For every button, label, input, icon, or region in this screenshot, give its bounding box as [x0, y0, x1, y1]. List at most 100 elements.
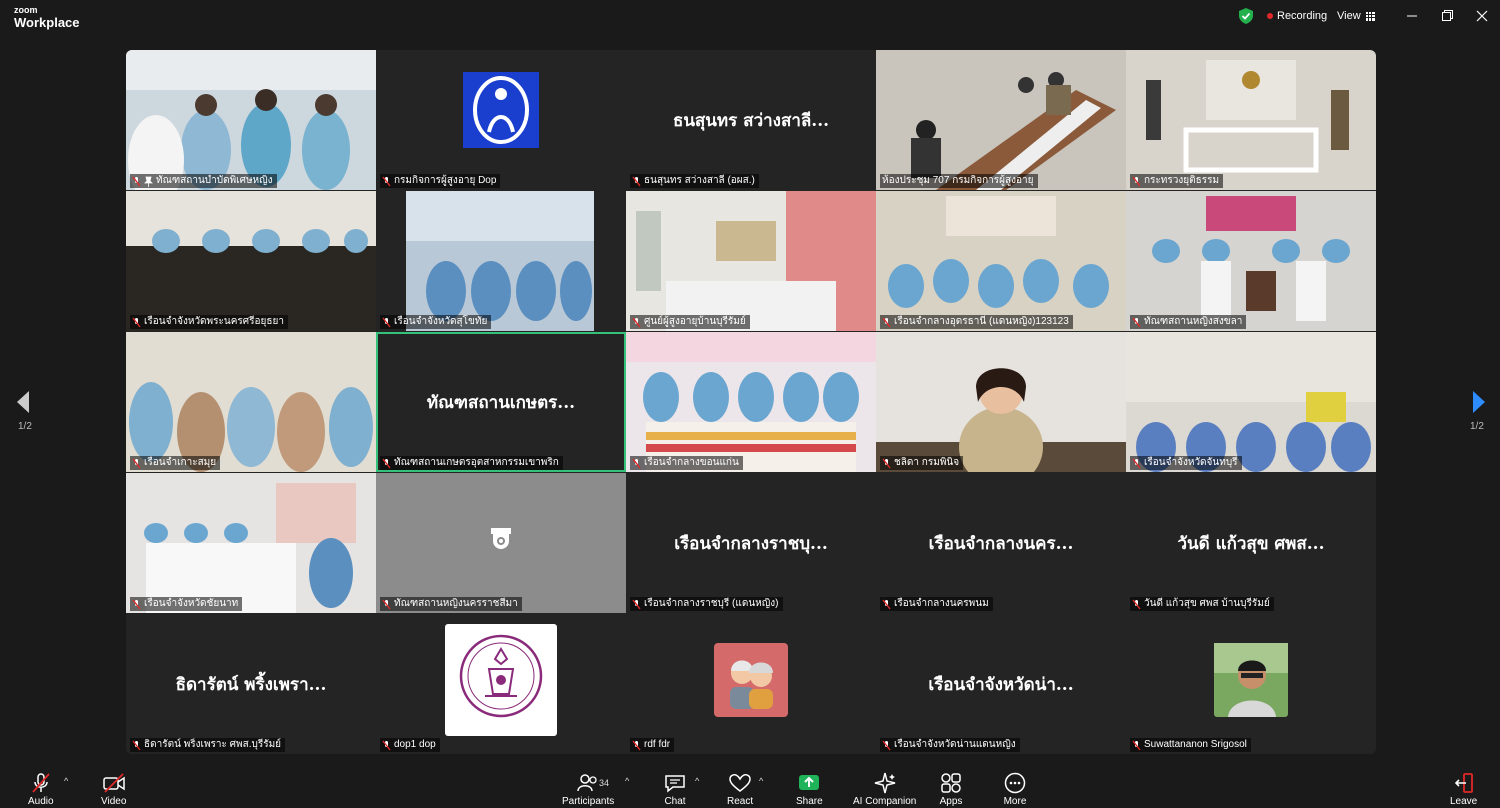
participant-name: ทัณฑสถานหญิงนครราชสีมา: [394, 598, 518, 609]
participant-display-name: เรือนจำจังหวัดน่า...: [928, 674, 1074, 695]
participant-name-label: ชลิดา กรมพินิจ: [880, 456, 964, 470]
participant-tile[interactable]: เรือนจำกลางอุดรธานี (แดนหญิง)123123: [876, 191, 1126, 331]
participant-tile[interactable]: ธิดารัตน์ พริ้งเพรา... ธิดารัตน์ พริ้งเพ…: [126, 614, 376, 754]
participant-name: เรือนจำกลางขอนแก่น: [644, 457, 739, 468]
participant-tile[interactable]: ธนสุนทร สว่างสาลี... ธนสุนทร สว่างสาลี (…: [626, 50, 876, 190]
participant-tile[interactable]: ห้องประชุม 707 กรมกิจการผู้สูงอายุ: [876, 50, 1126, 190]
muted-mic-icon: [882, 599, 891, 609]
share-button[interactable]: Share: [796, 772, 823, 808]
page-indicator-right: 1/2: [1470, 421, 1484, 432]
dop-seal-avatar-icon: [445, 624, 557, 736]
participant-tile[interactable]: เรือนจำจังหวัดชัยนาท: [126, 473, 376, 613]
audio-button[interactable]: Audio: [28, 772, 54, 808]
participant-name-label: Suwattananon Srigosol: [1130, 738, 1251, 752]
participant-name-label: ทัณฑสถานบำบัดพิเศษหญิง: [130, 174, 277, 188]
chat-options-chevron-icon[interactable]: ^: [695, 776, 699, 786]
participant-name-label: ทัณฑสถานเกษตรอุตสาหกรรมเขาพริก: [380, 456, 563, 470]
participant-tile[interactable]: เรือนจำจังหวัดสุโขทัย: [376, 191, 626, 331]
muted-microphone-icon: [32, 773, 50, 793]
participant-name: ทัณฑสถานหญิงสงขลา: [1144, 316, 1243, 327]
elderly-couple-avatar-icon: [714, 643, 788, 717]
participant-tile[interactable]: Suwattananon Srigosol: [1126, 614, 1376, 754]
participant-name-label: เรือนจำจังหวัดจันทบุรี: [1130, 456, 1242, 470]
muted-mic-icon: [632, 317, 641, 327]
ai-companion-button[interactable]: AI Companion: [853, 772, 916, 808]
view-button[interactable]: View: [1337, 10, 1375, 22]
participant-tile[interactable]: เรือนจำเกาะสมุย: [126, 332, 376, 472]
recording-dot-icon: [1267, 13, 1273, 19]
participant-tile[interactable]: rdf fdr: [626, 614, 876, 754]
participant-name: ธนสุนทร สว่างสาลี (อผส.): [644, 175, 755, 186]
leave-button[interactable]: Leave: [1450, 772, 1477, 808]
muted-mic-icon: [382, 458, 391, 468]
video-feed: [1126, 332, 1376, 472]
participant-name-label: ศูนย์ผู้สูงอายุบ้านบุรีรัมย์: [630, 315, 750, 329]
participant-name-label: เรือนจำจังหวัดสุโขทัย: [380, 315, 492, 329]
video-button[interactable]: Video: [101, 772, 126, 808]
logo-bottom-text: Workplace: [14, 15, 80, 30]
participant-tile[interactable]: กระทรวงยุติธรรม: [1126, 50, 1376, 190]
share-label: Share: [796, 796, 823, 807]
minimize-icon[interactable]: [1402, 8, 1422, 24]
participant-name-label: dop1 dop: [380, 738, 440, 752]
encryption-shield-icon[interactable]: [1239, 8, 1253, 24]
participant-tile[interactable]: วันดี แก้วสุข ศพส... วันดี แก้วสุข ศพส บ…: [1126, 473, 1376, 613]
participant-name: เรือนจำกลางนครพนม: [894, 598, 989, 609]
participant-name: วันดี แก้วสุข ศพส บ้านบุรีรัมย์: [1144, 598, 1270, 609]
audio-options-chevron-icon[interactable]: ^: [64, 776, 68, 786]
next-page-arrow-icon[interactable]: [1472, 390, 1486, 414]
ai-companion-label: AI Companion: [853, 796, 917, 807]
participant-name: ศูนย์ผู้สูงอายุบ้านบุรีรัมย์: [644, 316, 746, 327]
participant-name: Suwattananon Srigosol: [1144, 739, 1247, 750]
video-feed: [126, 473, 376, 613]
react-button[interactable]: React: [727, 772, 753, 808]
participant-tile[interactable]: เรือนจำจังหวัดพระนครศรีอยุธยา: [126, 191, 376, 331]
close-icon[interactable]: [1472, 8, 1492, 24]
recording-label: Recording: [1277, 10, 1328, 22]
participant-tile[interactable]: ศูนย์ผู้สูงอายุบ้านบุรีรัมย์: [626, 191, 876, 331]
chat-button[interactable]: Chat: [663, 772, 687, 808]
grid-view-icon: [1365, 11, 1375, 21]
participant-tile[interactable]: เรือนจำจังหวัดจันทบุรี: [1126, 332, 1376, 472]
participant-tile[interactable]: ทัณฑสถานหญิงนครราชสีมา: [376, 473, 626, 613]
participant-tile[interactable]: เรือนจำกลางขอนแก่น: [626, 332, 876, 472]
participant-tile[interactable]: กรมกิจการผู้สูงอายุ Dop: [376, 50, 626, 190]
participant-tile[interactable]: dop1 dop: [376, 614, 626, 754]
muted-mic-icon: [132, 176, 141, 186]
participants-options-chevron-icon[interactable]: ^: [625, 776, 629, 786]
video-label: Video: [101, 796, 127, 807]
participant-name: กรมกิจการผู้สูงอายุ Dop: [394, 175, 497, 186]
muted-mic-icon: [882, 317, 891, 327]
muted-mic-icon: [632, 599, 641, 609]
muted-mic-icon: [632, 458, 641, 468]
participant-name: เรือนจำจังหวัดชัยนาท: [144, 598, 239, 609]
view-label: View: [1337, 10, 1361, 22]
meeting-toolbar: Audio ^ Video Participants 34 ^ Chat ^ R…: [0, 766, 1500, 808]
participant-tile-active-speaker[interactable]: ทัณฑสถานเกษตร... ทัณฑสถานเกษตรอุตสาหกรรม…: [376, 332, 626, 472]
participant-tile[interactable]: เรือนจำกลางราชบุ... เรือนจำกลางราชบุรี (…: [626, 473, 876, 613]
recording-indicator[interactable]: Recording: [1267, 10, 1327, 22]
participant-name-label: ทัณฑสถานหญิงสงขลา: [1130, 315, 1247, 329]
participant-tile[interactable]: เรือนจำกลางนคร... เรือนจำกลางนครพนม: [876, 473, 1126, 613]
participant-tile[interactable]: ชลิดา กรมพินิจ: [876, 332, 1126, 472]
participant-name: กระทรวงยุติธรรม: [1144, 175, 1220, 186]
more-button[interactable]: More: [1003, 772, 1027, 808]
participant-name-label: ธิดารัตน์ พริ้งเพราะ ศพส.บุรีรัมย์: [130, 738, 286, 752]
muted-mic-icon: [1132, 740, 1141, 750]
participant-name-label: เรือนจำกลางราชบุรี (แดนหญิง): [630, 597, 783, 611]
participant-tile[interactable]: ทัณฑสถานบำบัดพิเศษหญิง: [126, 50, 376, 190]
restore-icon[interactable]: [1437, 8, 1457, 24]
participant-name: rdf fdr: [644, 739, 671, 750]
participant-name-label: เรือนจำจังหวัดชัยนาท: [130, 597, 243, 611]
video-feed: [1126, 50, 1376, 190]
apps-button[interactable]: Apps: [939, 772, 963, 808]
participant-tile[interactable]: ทัณฑสถานหญิงสงขลา: [1126, 191, 1376, 331]
previous-page-arrow-icon[interactable]: [16, 390, 30, 414]
react-options-chevron-icon[interactable]: ^: [759, 776, 763, 786]
muted-mic-icon: [632, 176, 641, 186]
muted-mic-icon: [1132, 458, 1141, 468]
participant-name: ทัณฑสถานบำบัดพิเศษหญิง: [156, 175, 273, 186]
participant-tile[interactable]: เรือนจำจังหวัดน่า... เรือนจำจังหวัดน่านแ…: [876, 614, 1126, 754]
video-feed: [626, 191, 876, 331]
participant-name: dop1 dop: [394, 739, 436, 750]
